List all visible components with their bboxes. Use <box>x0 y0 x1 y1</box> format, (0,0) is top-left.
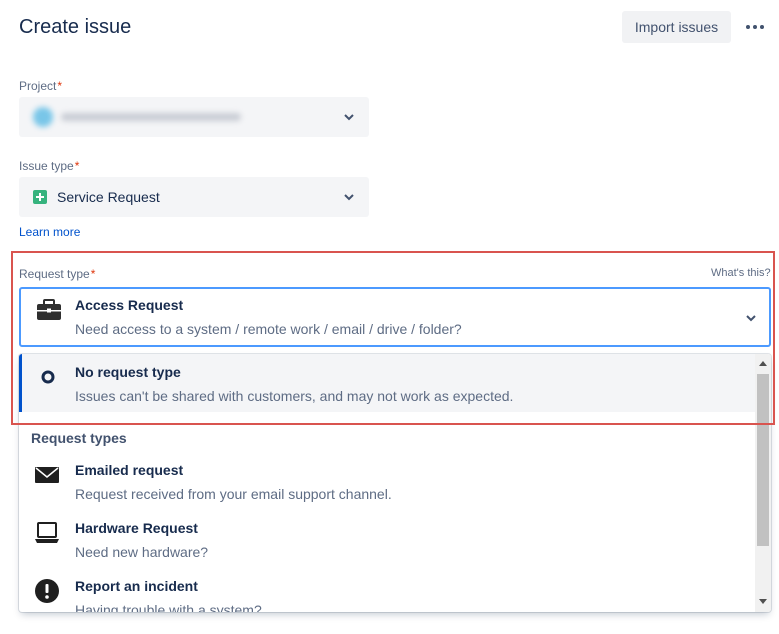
option-title: No request type <box>75 364 181 380</box>
learn-more-link[interactable]: Learn more <box>19 225 80 239</box>
chevron-down-icon <box>746 315 756 322</box>
option-report-incident[interactable]: Report an incident Having trouble with a… <box>19 574 755 612</box>
whats-this-link[interactable]: What's this? <box>711 267 771 279</box>
exclamation-icon <box>35 579 59 603</box>
laptop-icon <box>35 522 59 543</box>
selected-request-desc: Need access to a system / remote work / … <box>75 321 462 337</box>
menu-group-heading: Request types <box>31 430 127 446</box>
option-title: Hardware Request <box>75 520 198 536</box>
option-desc: Need new hardware? <box>75 544 209 560</box>
project-name-redacted <box>61 113 241 121</box>
request-type-select[interactable]: Access Request Need access to a system /… <box>19 287 771 347</box>
scrollbar-thumb[interactable] <box>757 374 769 546</box>
option-desc: Request received from your email support… <box>75 486 392 502</box>
envelope-icon <box>35 467 59 483</box>
more-actions-button[interactable] <box>740 13 770 41</box>
radio-circle-icon <box>41 370 55 384</box>
import-issues-button[interactable]: Import issues <box>622 11 731 43</box>
service-request-icon <box>33 190 47 204</box>
page-title: Create issue <box>19 16 132 38</box>
option-desc: Having trouble with a system? <box>75 602 262 612</box>
option-no-request-type[interactable]: No request type Issues can't be shared w… <box>19 354 755 412</box>
issue-type-value: Service Request <box>57 189 160 205</box>
more-dot <box>746 25 750 29</box>
chevron-down-icon <box>344 114 354 121</box>
more-dot <box>760 25 764 29</box>
chevron-down-icon <box>344 194 354 201</box>
option-title: Report an incident <box>75 578 198 594</box>
request-type-label: Request type* <box>19 267 96 281</box>
selected-request-title: Access Request <box>75 297 184 313</box>
request-type-menu: No request type Issues can't be shared w… <box>19 354 771 612</box>
issue-type-select[interactable]: Service Request <box>19 177 369 217</box>
project-select[interactable] <box>19 97 369 137</box>
option-desc: Issues can't be shared with customers, a… <box>75 388 514 404</box>
more-dot <box>753 25 757 29</box>
project-label: Project* <box>19 79 63 93</box>
briefcase-icon <box>37 299 61 320</box>
option-title: Emailed request <box>75 462 184 478</box>
project-avatar <box>33 107 53 127</box>
option-emailed-request[interactable]: Emailed request Request received from yo… <box>19 458 755 508</box>
scroll-down-arrow-icon[interactable] <box>759 599 767 604</box>
project-value-redacted <box>33 107 241 127</box>
scroll-up-arrow-icon[interactable] <box>759 361 767 366</box>
issue-type-label: Issue type* <box>19 159 80 173</box>
option-hardware-request[interactable]: Hardware Request Need new hardware? <box>19 516 755 566</box>
